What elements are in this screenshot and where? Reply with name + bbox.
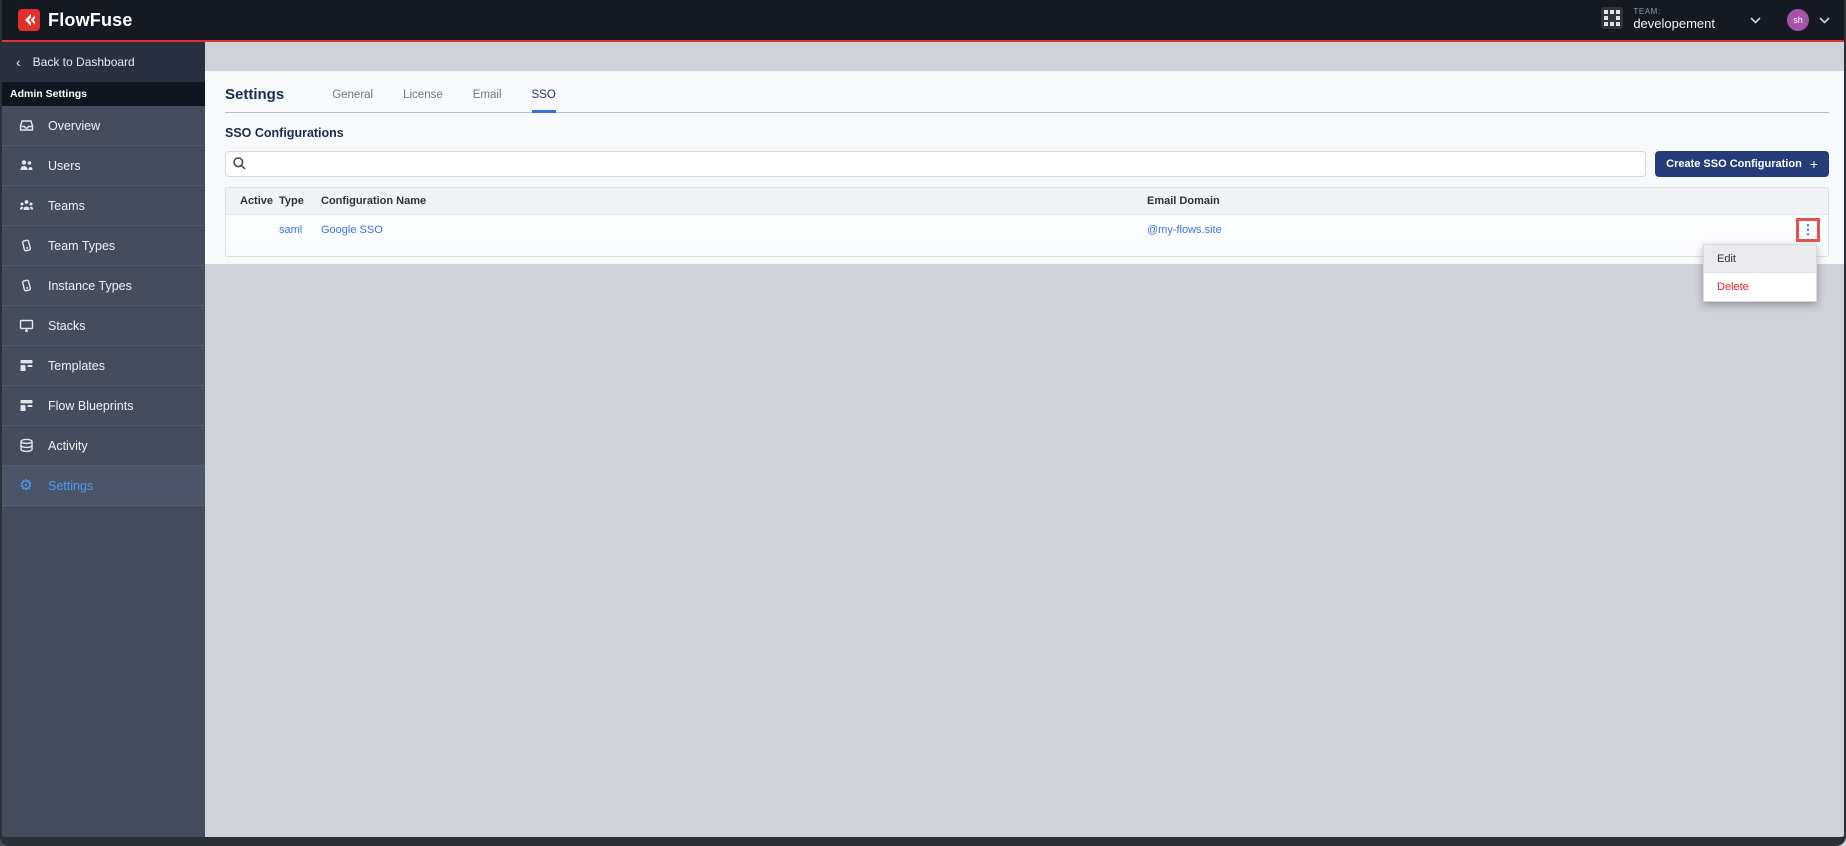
sidebar-item-label: Instance Types — [48, 278, 132, 293]
sidebar-item-label: Settings — [48, 478, 94, 493]
create-button-label: Create SSO Configuration — [1666, 158, 1802, 170]
tab-license[interactable]: License — [403, 77, 443, 112]
search-wrap — [225, 151, 1647, 177]
table-footer — [226, 244, 1828, 256]
sidebar-item-users[interactable]: Users — [0, 146, 205, 186]
sidebar-item-settings[interactable]: ⚙ Settings — [0, 466, 205, 506]
search-input[interactable] — [225, 151, 1647, 177]
sidebar-item-overview[interactable]: Overview — [0, 106, 205, 146]
avatar: sh — [1787, 9, 1809, 31]
desktop-icon — [18, 318, 34, 334]
create-sso-configuration-button[interactable]: Create SSO Configuration + — [1655, 151, 1829, 177]
plus-icon: + — [1809, 156, 1818, 172]
chevron-left-icon: ‹ — [16, 54, 21, 70]
team-selector[interactable]: TEAM: developement — [1600, 6, 1761, 35]
table-header-row: Active Type Configuration Name Email Dom… — [226, 188, 1828, 214]
chevron-down-icon — [1750, 11, 1761, 29]
sidebar-item-flow-blueprints[interactable]: Flow Blueprints — [0, 386, 205, 426]
page-title: Settings — [225, 86, 285, 103]
search-icon — [232, 156, 247, 176]
users-icon — [18, 158, 34, 174]
tray-icon — [18, 118, 34, 134]
team-name: developement — [1633, 16, 1715, 32]
tab-sso[interactable]: SSO — [531, 77, 557, 113]
back-to-dashboard[interactable]: ‹ Back to Dashboard — [0, 42, 205, 82]
section-title: SSO Configurations — [225, 126, 344, 140]
column-header-email-domain: Email Domain — [1147, 195, 1220, 207]
sidebar-item-label: Flow Blueprints — [48, 398, 134, 413]
sidebar-item-templates[interactable]: Templates — [0, 346, 205, 386]
ticket-icon — [18, 278, 34, 294]
ticket-icon — [18, 238, 34, 254]
template-icon — [18, 358, 34, 374]
sidebar-item-instance-types[interactable]: Instance Types — [0, 266, 205, 306]
chevron-down-icon — [1819, 11, 1830, 29]
template-icon — [18, 398, 34, 414]
sidebar-item-label: Team Types — [48, 238, 116, 253]
menu-item-edit[interactable]: Edit — [1704, 245, 1816, 273]
sidebar-item-label: Activity — [48, 438, 88, 453]
cell-type-link[interactable]: saml — [279, 224, 302, 236]
column-header-active: Active — [240, 195, 274, 207]
sidebar-item-activity[interactable]: Activity — [0, 426, 205, 466]
row-actions: ⋮ — [1764, 217, 1828, 242]
sidebar-item-stacks[interactable]: Stacks — [0, 306, 205, 346]
column-header-type: Type — [279, 195, 304, 207]
sidebar-item-label: Templates — [48, 358, 105, 373]
kebab-menu-button[interactable]: ⋮ — [1796, 217, 1820, 242]
column-header-configuration-name: Configuration Name — [321, 195, 427, 207]
admin-sidebar: ‹ Back to Dashboard Admin Settings Overv… — [0, 42, 205, 846]
kebab-menu-icon: ⋮ — [1801, 222, 1815, 237]
back-label: Back to Dashboard — [32, 55, 135, 69]
flowfuse-logo-icon — [18, 9, 40, 31]
sidebar-item-label: Teams — [48, 198, 85, 213]
sidebar-item-label: Users — [48, 158, 81, 173]
top-navbar: FlowFuse TEAM: developement sh — [0, 0, 1846, 40]
database-icon — [18, 438, 34, 454]
sidebar-item-team-types[interactable]: Team Types — [0, 226, 205, 266]
main-content: Settings General License Email SSO SSO C… — [205, 42, 1846, 846]
settings-panel: Settings General License Email SSO SSO C… — [205, 71, 1846, 264]
table-row: saml Google SSO @my-flows.site ⋮ — [226, 214, 1828, 244]
sidebar-item-label: Overview — [48, 118, 101, 133]
team-identicon — [1600, 6, 1624, 35]
gear-icon: ⚙ — [19, 477, 33, 494]
brand-name: FlowFuse — [48, 9, 133, 30]
sidebar-section-label: Admin Settings — [0, 82, 205, 106]
sidebar-item-label: Stacks — [48, 318, 86, 333]
tab-email[interactable]: Email — [473, 77, 502, 112]
menu-item-delete[interactable]: Delete — [1704, 273, 1816, 301]
sso-configurations-table: Active Type Configuration Name Email Dom… — [225, 187, 1829, 257]
flowfuse-logo[interactable]: FlowFuse — [18, 9, 133, 31]
settings-tabs: General License Email SSO — [332, 77, 557, 113]
page-header: Settings General License Email SSO — [225, 71, 1829, 113]
sidebar-item-teams[interactable]: Teams — [0, 186, 205, 226]
tab-general[interactable]: General — [332, 77, 373, 112]
toolbar: Create SSO Configuration + — [225, 151, 1829, 177]
cell-email-domain-link[interactable]: @my-flows.site — [1147, 224, 1222, 236]
row-context-menu: Edit Delete — [1703, 244, 1817, 302]
user-group-icon — [18, 198, 34, 214]
user-menu[interactable]: sh — [1787, 9, 1830, 31]
navbar-right: TEAM: developement sh — [1600, 6, 1830, 35]
cell-configuration-name-link[interactable]: Google SSO — [321, 224, 383, 236]
team-meta: TEAM: developement — [1633, 8, 1715, 31]
flowfuse-admin-app: FlowFuse TEAM: developement sh ‹ Back to… — [0, 0, 1846, 846]
